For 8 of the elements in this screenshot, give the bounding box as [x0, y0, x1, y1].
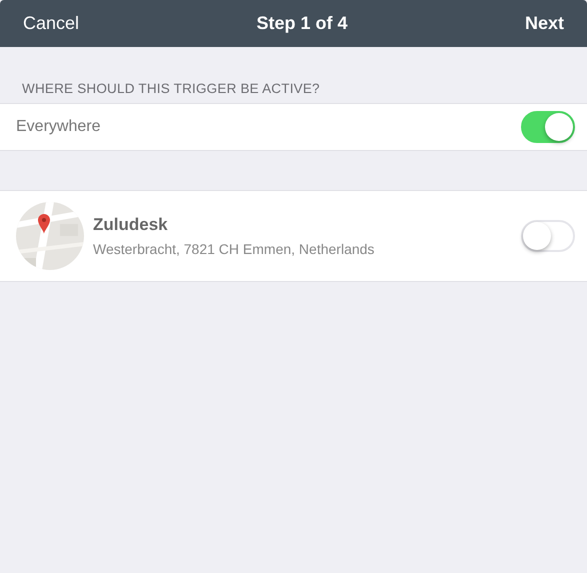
nav-title: Step 1 of 4 [256, 13, 348, 34]
location-name: Zuludesk [93, 215, 169, 235]
section-header: WHERE SHOULD THIS TRIGGER BE ACTIVE? [21, 80, 321, 98]
toggle-switch[interactable] [521, 111, 575, 143]
everywhere-label: Everywhere [16, 118, 102, 136]
location-address: Westerbracht, 7821 CH Emmen, Netherlands [93, 241, 376, 257]
next-button[interactable]: Next [524, 13, 564, 34]
cancel-button[interactable]: Cancel [23, 13, 80, 34]
